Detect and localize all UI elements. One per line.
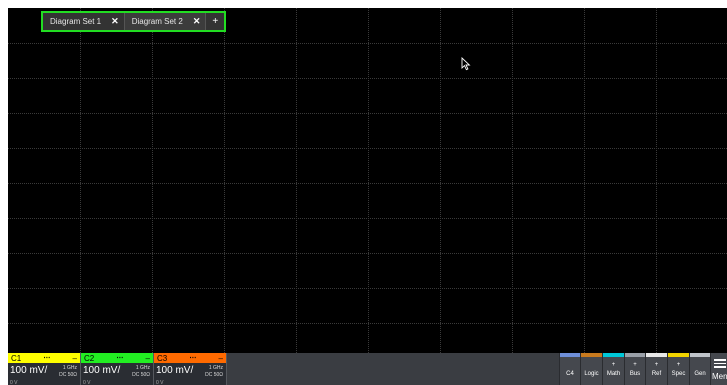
- channel-menu-icon[interactable]: –: [219, 354, 223, 363]
- bandwidth: 1 GHz: [208, 365, 223, 371]
- grid-line: [368, 8, 369, 353]
- channel-indicator-icon: ⋯: [189, 355, 197, 362]
- menu-button[interactable]: Menu: [710, 353, 727, 385]
- grid-line: [8, 288, 727, 289]
- vertical-scale: 100 mV/: [156, 365, 194, 376]
- bus-button[interactable]: + Bus: [624, 353, 645, 385]
- menu-label: Menu: [712, 372, 727, 381]
- vertical-scale: 100 mV/: [83, 365, 121, 376]
- logic-button[interactable]: Logic: [580, 353, 602, 385]
- grid-line: [8, 218, 727, 219]
- grid-line: [656, 8, 657, 353]
- bandwidth-info: 1 GHz DC 50Ω: [205, 365, 223, 379]
- grid-line: [8, 323, 727, 324]
- channel-header: C1 ⋯ –: [8, 353, 80, 363]
- coupling: DC 50Ω: [205, 372, 223, 378]
- button-label: Logic: [584, 371, 599, 377]
- coupling: DC 50Ω: [59, 372, 77, 378]
- color-stripe: [603, 353, 624, 357]
- color-stripe: [581, 353, 602, 357]
- offset: 0 V: [156, 380, 164, 385]
- grid-line: [512, 8, 513, 353]
- button-label: Bus: [629, 371, 641, 377]
- grid-line: [296, 8, 297, 353]
- channel-c2-tile[interactable]: C2 ⋯ – 100 mV/ 1 GHz DC 50Ω 0 V: [81, 353, 154, 385]
- grid-line: [440, 8, 441, 353]
- spec-button[interactable]: + Spec: [667, 353, 689, 385]
- channel-name: C2: [84, 353, 95, 363]
- mouse-pointer-icon: [461, 57, 471, 71]
- grid-line: [152, 8, 153, 353]
- channel-name: C3: [157, 353, 168, 363]
- diagram-grid[interactable]: [8, 8, 727, 353]
- color-stripe: [646, 353, 667, 357]
- diagram-tab-bar: Diagram Set 1 ✕ Diagram Set 2 ✕ +: [41, 11, 227, 32]
- color-stripe: [690, 353, 710, 357]
- ref-button[interactable]: + Ref: [645, 353, 667, 385]
- gen-button[interactable]: Gen: [689, 353, 710, 385]
- grid-line: [8, 113, 727, 114]
- channel-header: C3 ⋯ –: [154, 353, 226, 363]
- grid-line: [584, 8, 585, 353]
- oscilloscope-screen: Diagram Set 1 ✕ Diagram Set 2 ✕ + C1 ⋯ –…: [8, 8, 727, 385]
- tab-diagram-set-2[interactable]: Diagram Set 2 ✕: [124, 13, 207, 30]
- button-label: Math: [606, 371, 621, 377]
- signal-bar: C1 ⋯ – 100 mV/ 1 GHz DC 50Ω 0 V C2 ⋯ – 1…: [8, 353, 727, 385]
- button-label: Gen: [694, 371, 706, 377]
- bandwidth-info: 1 GHz DC 50Ω: [132, 365, 150, 379]
- plus-icon: +: [611, 362, 616, 368]
- channel-c1-tile[interactable]: C1 ⋯ – 100 mV/ 1 GHz DC 50Ω 0 V: [8, 353, 81, 385]
- grid-line: [80, 8, 81, 353]
- math-button[interactable]: + Math: [602, 353, 624, 385]
- close-icon[interactable]: ✕: [111, 16, 119, 27]
- grid-line: [8, 78, 727, 79]
- tab-label: Diagram Set 1: [50, 17, 102, 26]
- button-label: Spec: [671, 371, 686, 377]
- channel-indicator-icon: ⋯: [116, 355, 124, 362]
- color-stripe: [668, 353, 689, 357]
- plus-icon: +: [676, 362, 681, 368]
- grid-line: [224, 8, 225, 353]
- color-stripe: [625, 353, 645, 357]
- grid-line: [8, 183, 727, 184]
- channel-c3-tile[interactable]: C3 ⋯ – 100 mV/ 1 GHz DC 50Ω 0 V: [154, 353, 227, 385]
- bandwidth-info: 1 GHz DC 50Ω: [59, 365, 77, 379]
- offset: 0 V: [10, 380, 18, 385]
- bandwidth: 1 GHz: [62, 365, 77, 371]
- button-label: Ref: [651, 371, 662, 377]
- bandwidth: 1 GHz: [135, 365, 150, 371]
- plus-icon: +: [654, 362, 659, 368]
- channel-indicator-icon: ⋯: [43, 355, 51, 362]
- channel-header: C2 ⋯ –: [81, 353, 153, 363]
- offset: 0 V: [83, 380, 91, 385]
- button-label: C4: [566, 371, 574, 377]
- c4-button[interactable]: C4: [559, 353, 580, 385]
- channel-menu-icon[interactable]: –: [73, 354, 77, 363]
- channel-name: C1: [11, 353, 22, 363]
- coupling: DC 50Ω: [132, 372, 150, 378]
- plus-icon: +: [633, 362, 637, 368]
- channel-menu-icon[interactable]: –: [146, 354, 150, 363]
- grid-line: [8, 43, 727, 44]
- add-tab-button[interactable]: +: [206, 13, 225, 30]
- close-icon[interactable]: ✕: [193, 16, 201, 27]
- color-stripe: [560, 353, 580, 357]
- vertical-scale: 100 mV/: [10, 365, 48, 376]
- tab-diagram-set-1[interactable]: Diagram Set 1 ✕: [43, 13, 125, 30]
- tab-label: Diagram Set 2: [131, 17, 183, 26]
- grid-line: [8, 148, 727, 149]
- hamburger-icon: [714, 359, 726, 370]
- grid-line: [8, 253, 727, 254]
